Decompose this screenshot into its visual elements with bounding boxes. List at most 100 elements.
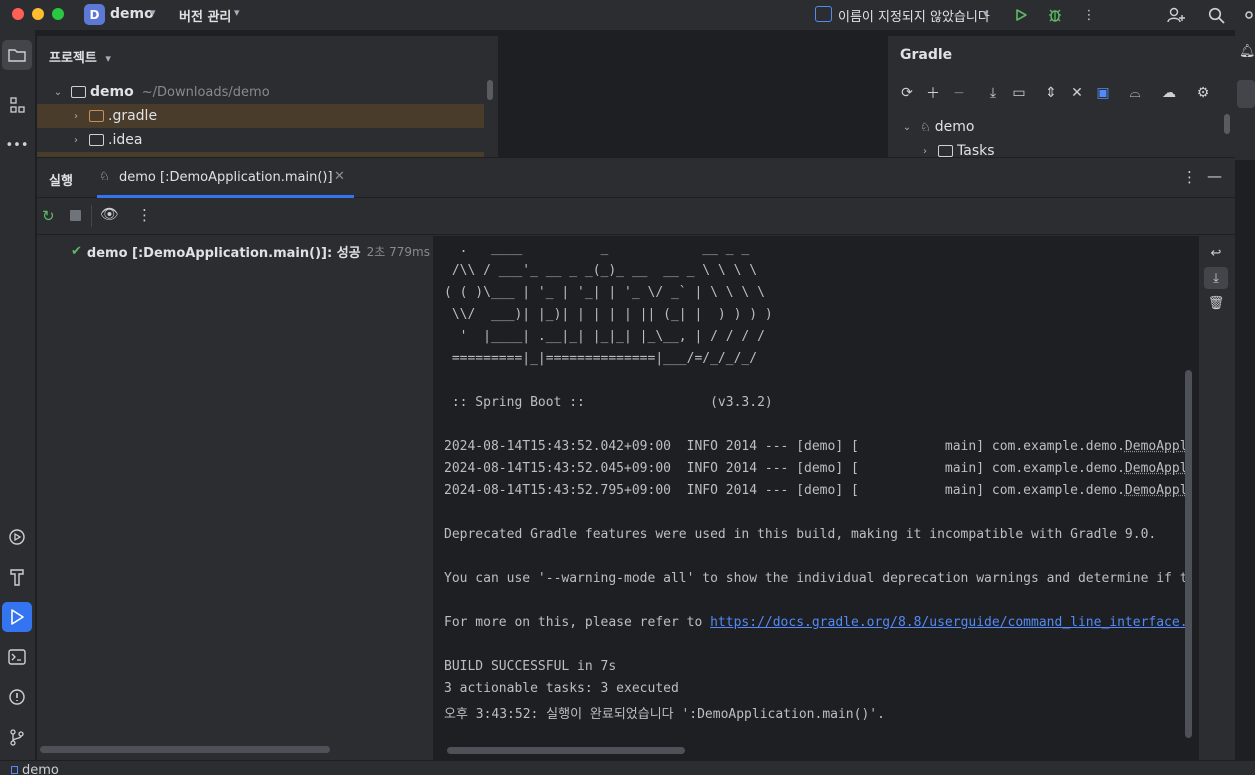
module-icon xyxy=(11,766,18,774)
tree-row-demo[interactable]: ⌄ demo ~/Downloads/demo xyxy=(37,80,484,104)
add-icon[interactable]: ＋ xyxy=(922,82,944,104)
window-maximize-button[interactable] xyxy=(52,8,64,20)
hide-panel-icon[interactable]: — xyxy=(1207,167,1222,185)
more-info-text: For more on this, please refer to xyxy=(444,615,710,630)
expand-all-icon[interactable]: ⇕ xyxy=(1040,82,1062,104)
run-tool-icon[interactable] xyxy=(2,602,32,632)
banner-line: /\\ / ___'_ __ _ _(_)_ __ __ _ \ \ \ \ xyxy=(444,263,757,278)
run-config-icon[interactable] xyxy=(815,6,832,22)
tab-run-config[interactable]: ♘ demo [:DemoApplication.main()] ✕ xyxy=(97,158,354,198)
execute-task-icon[interactable]: ▭ xyxy=(1008,82,1030,104)
toggle-offline-icon[interactable]: ⌓ xyxy=(1124,82,1146,104)
chevron-right-icon[interactable]: › xyxy=(69,111,83,122)
project-switcher[interactable]: demo xyxy=(110,6,154,22)
window-minimize-button[interactable] xyxy=(32,8,44,20)
run-toolbar: ↻ 👁︎ ⋮ xyxy=(37,199,1235,235)
soft-wrap-icon[interactable]: ↩ xyxy=(1204,242,1228,264)
remove-icon[interactable]: − xyxy=(948,82,970,104)
stop-icon[interactable] xyxy=(70,210,81,221)
more-vertical-icon[interactable]: ⋮ xyxy=(1182,168,1197,186)
build-status-line: BUILD SUCCESSFUL in 7s xyxy=(444,659,616,674)
gradle-elephant-icon: ♘ xyxy=(920,120,931,134)
warning-mode-line: You can use '--warning-mode all' to show… xyxy=(444,571,1188,586)
group-modules-icon[interactable]: ▣ xyxy=(1092,82,1114,104)
collapse-all-icon[interactable]: ✕ xyxy=(1066,82,1088,104)
log-line: 2024-08-14T15:43:52.042+09:00 INFO 2014 … xyxy=(444,439,1188,454)
editor-area xyxy=(499,36,886,157)
log-prefix: 2024-08-14T15:43:52.795+09:00 INFO 2014 … xyxy=(444,483,1125,498)
chevron-down-icon[interactable]: ⌄ xyxy=(51,87,65,98)
clear-trash-icon[interactable]: 🗑︎ xyxy=(1204,292,1228,314)
log-line: 2024-08-14T15:43:52.795+09:00 INFO 2014 … xyxy=(444,483,1188,498)
tree-row-idea[interactable]: › .idea xyxy=(37,128,484,152)
chevron-down-icon[interactable]: ⌄ xyxy=(900,122,914,133)
tasks-summary-line: 3 actionable tasks: 3 executed xyxy=(444,681,679,696)
gradle-elephant-icon[interactable] xyxy=(1237,80,1255,108)
structure-icon[interactable] xyxy=(2,90,32,120)
banner-line: =========|_|==============|___/=/_/_/_/ xyxy=(444,351,757,366)
gradle-tree-demo[interactable]: ⌄ ♘ demo xyxy=(900,115,1220,139)
run-result-label: demo [:DemoApplication.main()]: 성공 xyxy=(87,242,361,261)
tree-item-label: demo xyxy=(935,119,975,135)
deprecation-line: Deprecated Gradle features were used in … xyxy=(444,527,1156,542)
tree-row-gradle[interactable]: › .gradle xyxy=(37,104,484,128)
vcs-menu[interactable]: 버전 관리 xyxy=(179,6,231,25)
services-icon[interactable] xyxy=(2,522,32,552)
debug-icon[interactable] xyxy=(1044,4,1066,26)
horizontal-scrollbar[interactable] xyxy=(40,746,330,753)
active-tab-indicator xyxy=(97,195,354,198)
chevron-right-icon[interactable]: › xyxy=(69,135,83,146)
project-folder-icon[interactable] xyxy=(2,40,32,70)
status-breadcrumb[interactable]: demo xyxy=(22,763,59,775)
gradle-settings-icon[interactable]: ⚙ xyxy=(1192,82,1214,104)
run-config-selector[interactable]: 이름이 지정되지 않았습니다 xyxy=(838,6,990,25)
project-panel: 프로젝트 ▾ ⌄ demo ~/Downloads/demo › .gradle… xyxy=(37,36,498,157)
build-hammer-icon[interactable] xyxy=(2,562,32,592)
project-badge[interactable]: D xyxy=(84,4,105,25)
project-view-selector[interactable]: 프로젝트 ▾ xyxy=(49,47,111,66)
vertical-scrollbar[interactable] xyxy=(487,80,493,100)
offline-cloud-icon[interactable]: ☁ xyxy=(1158,82,1180,104)
vertical-scrollbar[interactable] xyxy=(1224,114,1230,134)
problems-icon[interactable] xyxy=(2,682,32,712)
banner-line: . ____ _ __ _ _ xyxy=(444,241,749,256)
horizontal-scrollbar[interactable] xyxy=(447,747,685,754)
tree-item-label: .gradle xyxy=(108,108,157,124)
log-class-link[interactable]: DemoAppl xyxy=(1125,461,1188,476)
chevron-down-icon[interactable]: ▾ xyxy=(150,6,156,19)
folder-icon xyxy=(89,134,104,146)
vertical-scrollbar[interactable] xyxy=(1185,370,1192,738)
add-user-icon[interactable] xyxy=(1165,4,1187,26)
log-class-link[interactable]: DemoAppl xyxy=(1125,439,1188,454)
chevron-down-icon[interactable]: ▾ xyxy=(983,7,989,20)
download-icon[interactable]: ⤓ xyxy=(982,82,1004,104)
banner-line: ' |____| .__|_| |_|_| |_\__, | / / / / xyxy=(444,329,765,344)
run-icon[interactable] xyxy=(1010,4,1032,26)
more-vertical-icon[interactable]: ⋮ xyxy=(137,206,152,224)
log-prefix: 2024-08-14T15:43:52.042+09:00 INFO 2014 … xyxy=(444,439,1125,454)
more-horizontal-icon[interactable]: ••• xyxy=(2,130,32,160)
window-close-button[interactable] xyxy=(12,8,24,20)
chevron-right-icon[interactable]: › xyxy=(918,146,932,157)
search-icon[interactable] xyxy=(1205,4,1227,26)
terminal-icon[interactable] xyxy=(2,642,32,672)
gradle-docs-link[interactable]: https://docs.gradle.org/8.8/userguide/co… xyxy=(710,615,1187,630)
settings-gear-icon[interactable] xyxy=(1238,4,1255,26)
log-class-link[interactable]: DemoAppl xyxy=(1125,483,1188,498)
close-icon[interactable]: ✕ xyxy=(334,169,345,184)
title-bar: D demo ▾ 버전 관리 ▾ 이름이 지정되지 않았습니다 ▾ ⋮ xyxy=(0,0,1255,30)
console-output[interactable]: . ____ _ __ _ _ /\\ / ___'_ __ _ _(_)_ _… xyxy=(433,236,1199,760)
chevron-down-icon[interactable]: ▾ xyxy=(234,6,240,19)
rerun-icon[interactable]: ↻ xyxy=(42,207,55,225)
run-result-item[interactable]: ✔ demo [:DemoApplication.main()]: 성공 2초 … xyxy=(71,242,430,261)
more-vertical-icon[interactable]: ⋮ xyxy=(1078,4,1100,26)
notifications-bell-icon[interactable]: 🔔︎ xyxy=(1239,44,1255,59)
run-window-title: 실행 xyxy=(49,170,73,189)
module-folder-icon xyxy=(71,86,86,98)
git-branch-icon[interactable] xyxy=(2,722,32,752)
reload-icon[interactable]: ⟳ xyxy=(896,82,918,104)
finished-line: 오후 3:43:52: 실행이 완료되었습니다 ':DemoApplicatio… xyxy=(444,703,885,722)
status-bar: demo xyxy=(0,760,1255,775)
scroll-to-end-icon[interactable]: ⤓ xyxy=(1204,267,1228,289)
show-passed-eye-icon[interactable]: 👁︎ xyxy=(100,205,119,223)
